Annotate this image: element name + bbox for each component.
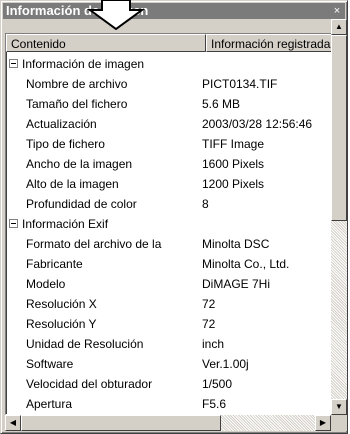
item-name: Resolución Y bbox=[26, 317, 97, 331]
item-value: inch bbox=[202, 337, 225, 351]
list-item[interactable]: Formato del archivo de la Minolta DSC bbox=[6, 234, 332, 254]
item-name: Profundidad de color bbox=[26, 197, 137, 211]
vertical-scrollbar[interactable]: ▲ ▼ bbox=[331, 19, 347, 415]
item-value: 1/500 bbox=[202, 377, 233, 391]
item-name: Actualización bbox=[26, 117, 97, 131]
list-item[interactable]: Unidad de Resolución inch bbox=[6, 334, 332, 354]
item-name: Modelo bbox=[26, 277, 66, 291]
item-value: Minolta Co., Ltd. bbox=[202, 257, 290, 271]
list-item[interactable]: Resolución Y 72 bbox=[6, 314, 332, 334]
list-item[interactable]: Profundidad de color 8 bbox=[6, 194, 332, 214]
list-header: Contenido Información registrada bbox=[6, 34, 332, 52]
item-name: Alto de la imagen bbox=[26, 177, 119, 191]
scroll-up-icon[interactable]: ▲ bbox=[331, 19, 347, 35]
column-header-registered-info[interactable]: Información registrada bbox=[206, 34, 332, 52]
list-item[interactable]: Software Ver.1.00j bbox=[6, 354, 332, 374]
group-exif-info[interactable]: Información Exif bbox=[6, 214, 332, 234]
group-image-info[interactable]: Información de imagen bbox=[6, 54, 332, 74]
horizontal-scrollbar[interactable]: ◀ ▶ bbox=[5, 415, 331, 431]
vertical-scroll-thumb[interactable] bbox=[331, 35, 347, 221]
collapse-icon[interactable] bbox=[9, 219, 18, 228]
scroll-right-icon[interactable]: ▶ bbox=[315, 415, 331, 431]
item-name: Resolución X bbox=[26, 297, 97, 311]
window-title: Información de imagen bbox=[6, 3, 149, 18]
item-name: Fabricante bbox=[26, 257, 83, 271]
list-item[interactable]: Apertura F5.6 bbox=[6, 394, 332, 414]
list-item[interactable]: Tipo de fichero TIFF Image bbox=[6, 134, 332, 154]
item-name: Nombre de archivo bbox=[26, 77, 128, 91]
item-name: Unidad de Resolución bbox=[26, 337, 144, 351]
column-header-content[interactable]: Contenido bbox=[6, 34, 206, 52]
item-value: 2003/03/28 12:56:46 bbox=[202, 117, 313, 131]
list-item[interactable]: Alto de la imagen 1200 Pixels bbox=[6, 174, 332, 194]
list-item[interactable]: Ancho de la imagen 1600 Pixels bbox=[6, 154, 332, 174]
item-value: 5.6 MB bbox=[202, 97, 241, 111]
scroll-left-icon[interactable]: ◀ bbox=[5, 415, 21, 431]
item-name: Tipo de fichero bbox=[26, 137, 105, 151]
collapse-icon[interactable] bbox=[9, 59, 18, 68]
item-name: Apertura bbox=[26, 397, 73, 411]
item-value: 1600 Pixels bbox=[202, 157, 265, 171]
group-label: Información de imagen bbox=[22, 57, 145, 71]
item-value: TIFF Image bbox=[202, 137, 265, 151]
title-bar[interactable]: Información de imagen × bbox=[3, 3, 345, 19]
info-list: Contenido Información registrada Informa… bbox=[5, 33, 333, 415]
horizontal-scroll-thumb[interactable] bbox=[21, 415, 221, 431]
item-value: 8 bbox=[202, 197, 209, 211]
item-name: Velocidad del obturador bbox=[26, 377, 153, 391]
list-item[interactable]: Actualización 2003/03/28 12:56:46 bbox=[6, 114, 332, 134]
list-rows: Información de imagen Nombre de archivo P… bbox=[6, 54, 332, 414]
item-value: DiMAGE 7Hi bbox=[202, 277, 271, 291]
item-name: Software bbox=[26, 357, 74, 371]
item-value: F5.6 bbox=[202, 397, 227, 411]
list-item[interactable]: Velocidad del obturador 1/500 bbox=[6, 374, 332, 394]
item-value: 72 bbox=[202, 297, 216, 311]
item-value: PICT0134.TIF bbox=[202, 77, 278, 91]
item-value: 72 bbox=[202, 317, 216, 331]
item-name: Ancho de la imagen bbox=[26, 157, 133, 171]
list-item[interactable]: Modelo DiMAGE 7Hi bbox=[6, 274, 332, 294]
item-value: Ver.1.00j bbox=[202, 357, 249, 371]
item-name: Tamaño del fichero bbox=[26, 97, 128, 111]
list-item[interactable]: Nombre de archivo PICT0134.TIF bbox=[6, 74, 332, 94]
item-value: Minolta DSC bbox=[202, 237, 270, 251]
close-icon[interactable]: × bbox=[331, 5, 343, 17]
scroll-down-icon[interactable]: ▼ bbox=[331, 399, 347, 415]
group-label: Información Exif bbox=[22, 217, 109, 231]
list-item[interactable]: Tamaño del fichero 5.6 MB bbox=[6, 94, 332, 114]
list-item[interactable]: Fabricante Minolta Co., Ltd. bbox=[6, 254, 332, 274]
image-info-window: Información de imagen × Contenido Inform… bbox=[0, 0, 348, 434]
size-grip[interactable] bbox=[331, 415, 347, 431]
list-item[interactable]: Resolución X 72 bbox=[6, 294, 332, 314]
item-name: Formato del archivo de la bbox=[26, 237, 162, 251]
item-value: 1200 Pixels bbox=[202, 177, 265, 191]
